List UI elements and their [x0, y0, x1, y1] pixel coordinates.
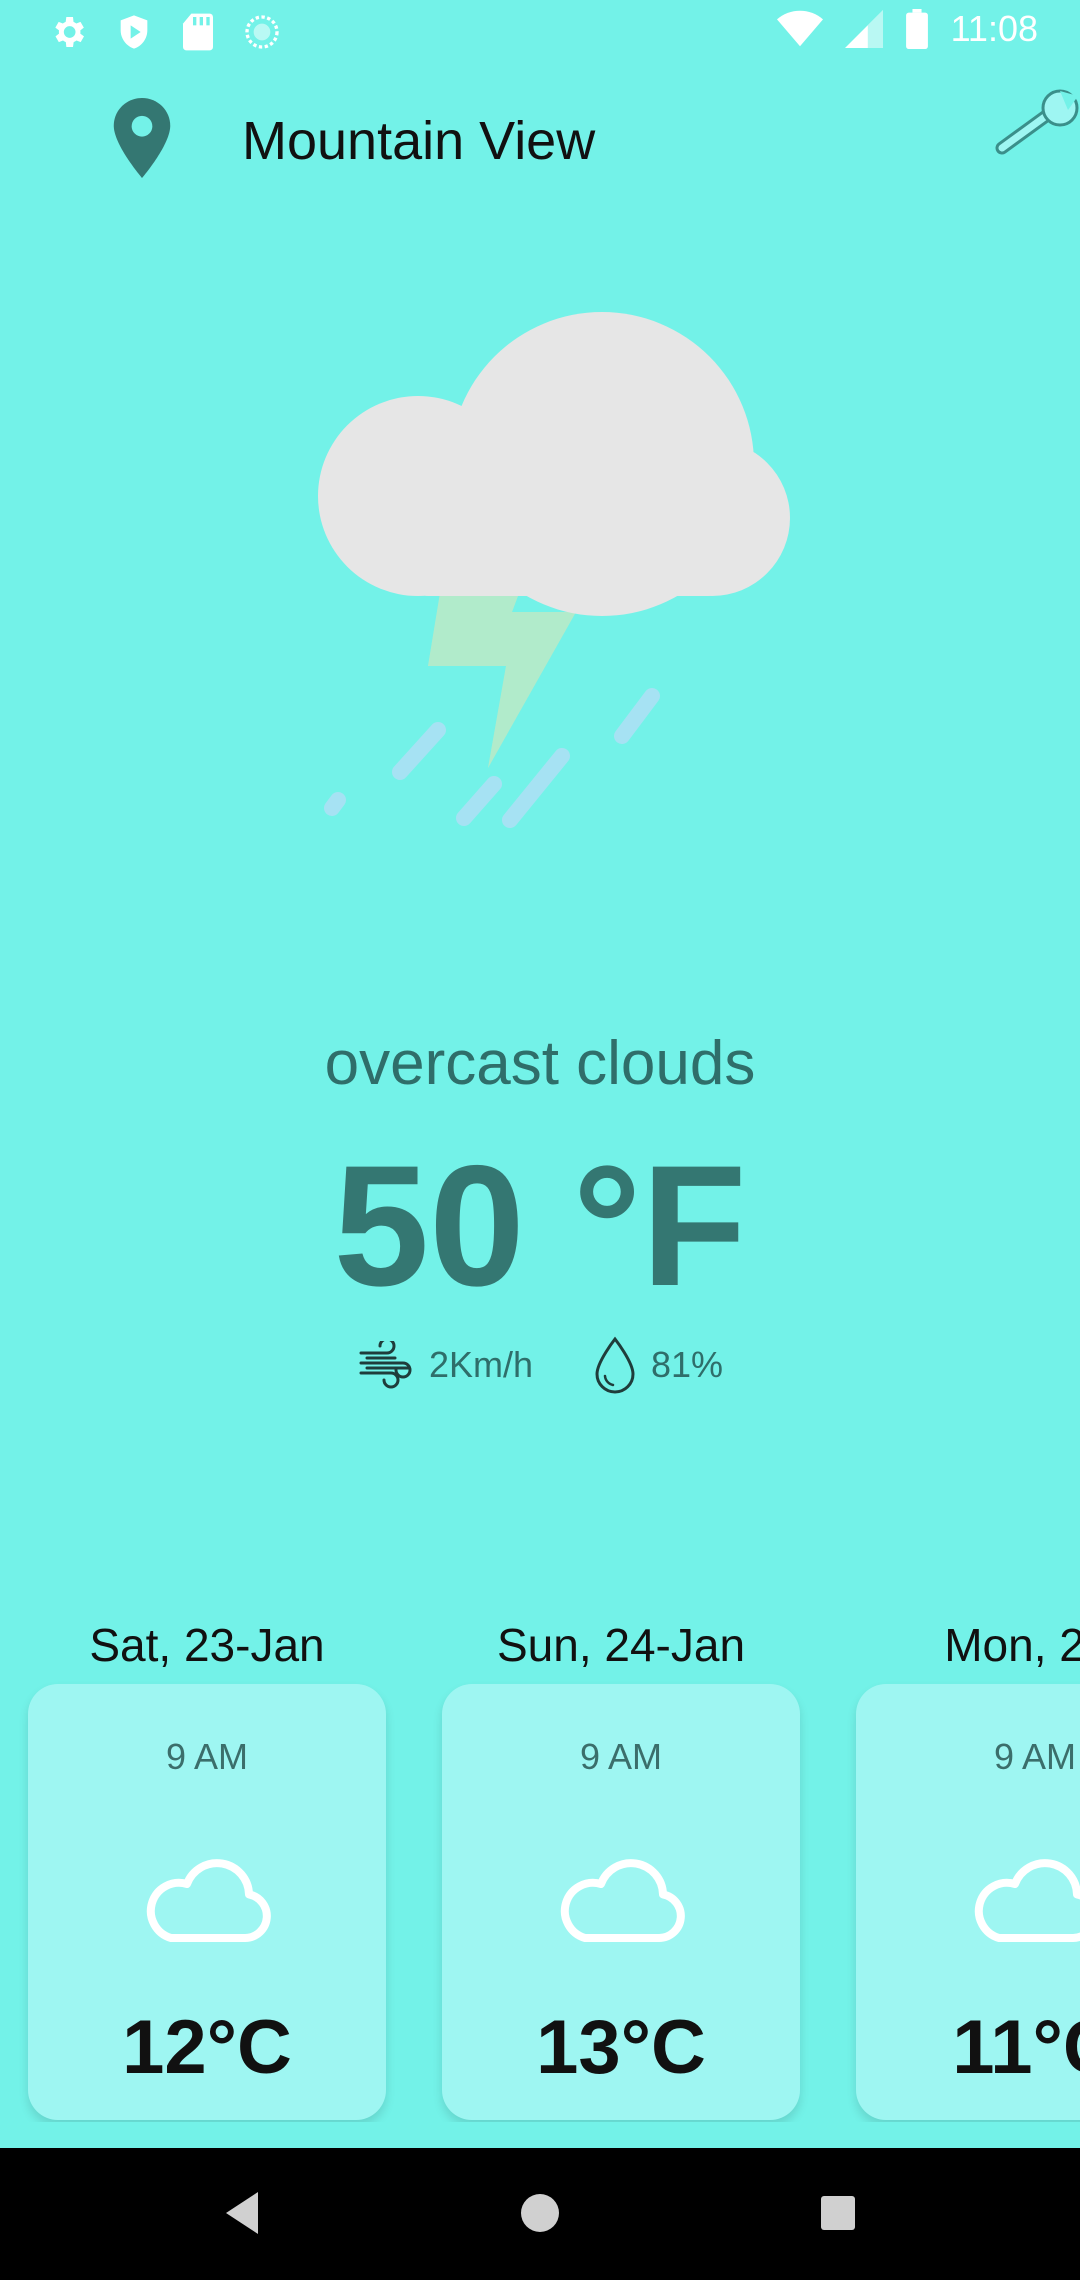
header: Mountain View: [0, 66, 1080, 216]
forecast-date: Mon, 25-: [944, 1619, 1080, 1671]
forecast-time: 9 AM: [165, 1736, 249, 1777]
forecast-temperature: 12°C: [122, 2005, 292, 2090]
wrench-icon[interactable]: [994, 88, 1080, 158]
humidity-value: 81%: [650, 1344, 724, 1385]
humidity-metric: 81%: [593, 1336, 723, 1394]
sync-circle-icon: [245, 15, 279, 49]
wind-metric: 2Km/h: [357, 1341, 533, 1389]
current-temperature: 50 °F: [333, 1130, 747, 1322]
sd-card-icon: [183, 13, 213, 51]
shield-play-icon: [120, 15, 148, 49]
status-bar: 11:08: [0, 0, 1080, 66]
wifi-icon: [776, 10, 823, 47]
cloud-outline-icon: [974, 1859, 1080, 1942]
thunder-rain-cloud-icon: [318, 312, 790, 828]
forecast-time: 9 AM: [993, 1736, 1077, 1777]
city-name[interactable]: Mountain View: [242, 110, 595, 172]
weather-description: overcast clouds: [324, 1029, 756, 1098]
home-icon[interactable]: [518, 2188, 562, 2238]
back-icon[interactable]: [222, 2188, 262, 2238]
forecast-card[interactable]: 9 AM 12°C: [28, 1684, 386, 2120]
cloud-outline-icon: [146, 1859, 271, 1942]
forecast-date: Sat, 23-Jan: [89, 1619, 325, 1671]
recents-icon[interactable]: [818, 2188, 858, 2238]
status-time: 11:08: [950, 8, 1038, 49]
forecast-item[interactable]: Mon, 25- 9 AM 11°C: [856, 1618, 1080, 2120]
forecast-item[interactable]: Sat, 23-Jan 9 AM 12°C: [28, 1618, 386, 2120]
status-right-icons: 11:08: [776, 8, 1038, 50]
battery-icon: [905, 9, 928, 49]
forecast-card[interactable]: 9 AM 13°C: [442, 1684, 800, 2120]
wind-icon: [359, 1341, 412, 1389]
forecast-temperature: 13°C: [536, 2005, 706, 2090]
gear-icon: [55, 17, 84, 47]
forecast-date: Sun, 24-Jan: [496, 1619, 746, 1671]
forecast-card[interactable]: 9 AM 11°C: [856, 1684, 1080, 2120]
signal-icon: [844, 10, 883, 48]
location-pin-icon[interactable]: [113, 98, 171, 178]
wind-speed: 2Km/h: [428, 1344, 533, 1385]
weather-metrics: 2Km/h 81%: [0, 1336, 1080, 1394]
forecast-temperature: 11°C: [952, 2005, 1080, 2090]
forecast-item[interactable]: Sun, 24-Jan 9 AM 13°C: [442, 1618, 800, 2120]
forecast-time: 9 AM: [579, 1736, 663, 1777]
water-drop-icon: [595, 1336, 635, 1394]
forecast-list[interactable]: Sat, 23-Jan 9 AM 12°C Sun, 24-Jan 9 AM 1…: [0, 1618, 1080, 2122]
navigation-bar: [0, 2148, 1080, 2280]
cloud-outline-icon: [560, 1859, 685, 1942]
status-left-icons: [48, 12, 282, 52]
